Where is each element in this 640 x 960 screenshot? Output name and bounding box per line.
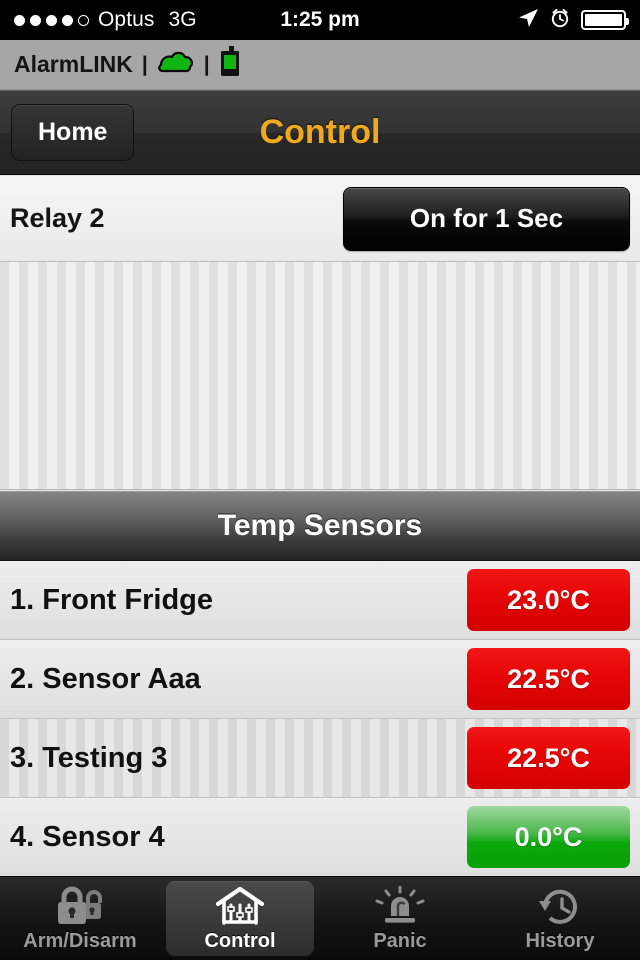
house-sliders-icon xyxy=(215,885,265,929)
tab-label: History xyxy=(525,929,595,952)
brand-separator-1: | xyxy=(141,52,148,76)
status-badge: 22.5°C xyxy=(467,727,630,789)
temp-sensors-header: Temp Sensors xyxy=(0,491,640,561)
status-badge: 22.5°C xyxy=(467,648,630,710)
table-row[interactable]: 2. Sensor Aaa 22.5°C xyxy=(0,640,640,719)
status-badge: 23.0°C xyxy=(467,569,630,631)
network-type: 3G xyxy=(168,8,197,31)
padlock-pair-icon xyxy=(52,885,108,929)
navigation-bar: Home Control xyxy=(0,90,640,175)
brand-separator-2: | xyxy=(203,52,210,76)
table-row[interactable]: 3. Testing 3 22.5°C xyxy=(0,719,640,798)
tab-panic[interactable]: Panic xyxy=(326,881,474,956)
brand-bar: AlarmLINK | | xyxy=(0,40,640,90)
table-row[interactable]: 4. Sensor 4 0.0°C xyxy=(0,798,640,877)
signal-dot-5 xyxy=(78,14,89,26)
temp-sensors-list[interactable]: 1. Front Fridge 23.0°C 2. Sensor Aaa 22.… xyxy=(0,561,640,880)
empty-content-area xyxy=(0,262,640,490)
ios-status-bar: Optus 3G 1:25 pm xyxy=(0,0,640,40)
home-back-button[interactable]: Home xyxy=(11,104,135,161)
sensor-name: 2. Sensor Aaa xyxy=(10,662,201,695)
bottom-tab-bar: Arm/Disarm Control Panic History xyxy=(0,876,640,960)
cloud-icon xyxy=(157,49,195,80)
sensor-name: 4. Sensor 4 xyxy=(10,820,165,853)
radio-device-icon xyxy=(219,46,241,83)
relay-row: Relay 2 On for 1 Sec xyxy=(0,176,640,262)
clock-rewind-icon xyxy=(537,885,583,929)
relay-on-for-1-sec-button[interactable]: On for 1 Sec xyxy=(343,186,630,251)
status-bar-left: Optus 3G xyxy=(14,8,517,32)
alarm-clock-icon xyxy=(549,7,571,34)
signal-dot-4 xyxy=(62,14,73,26)
signal-dot-1 xyxy=(14,14,25,26)
tab-label: Panic xyxy=(373,929,427,952)
battery-full-icon xyxy=(581,10,629,30)
table-row[interactable]: 1. Front Fridge 23.0°C xyxy=(0,561,640,640)
signal-dot-3 xyxy=(46,14,57,26)
sensor-name: 1. Front Fridge xyxy=(10,583,213,616)
signal-dot-2 xyxy=(30,14,41,26)
tab-arm-disarm[interactable]: Arm/Disarm xyxy=(6,881,154,956)
tab-label: Control xyxy=(204,929,276,952)
brand-title: AlarmLINK xyxy=(14,51,133,77)
siren-icon xyxy=(375,885,425,929)
tab-history[interactable]: History xyxy=(486,881,634,956)
status-badge: 0.0°C xyxy=(467,806,630,868)
carrier-name: Optus xyxy=(98,8,155,31)
relay-label: Relay 2 xyxy=(10,203,105,233)
status-bar-right xyxy=(517,7,629,34)
tab-control[interactable]: Control xyxy=(166,881,314,956)
signal-strength-dots xyxy=(14,14,89,26)
sensor-name: 3. Testing 3 xyxy=(10,741,168,774)
app-screen: Optus 3G 1:25 pm AlarmLINK | | Home Cont… xyxy=(0,0,640,960)
location-arrow-icon xyxy=(517,7,539,34)
tab-label: Arm/Disarm xyxy=(23,929,137,952)
